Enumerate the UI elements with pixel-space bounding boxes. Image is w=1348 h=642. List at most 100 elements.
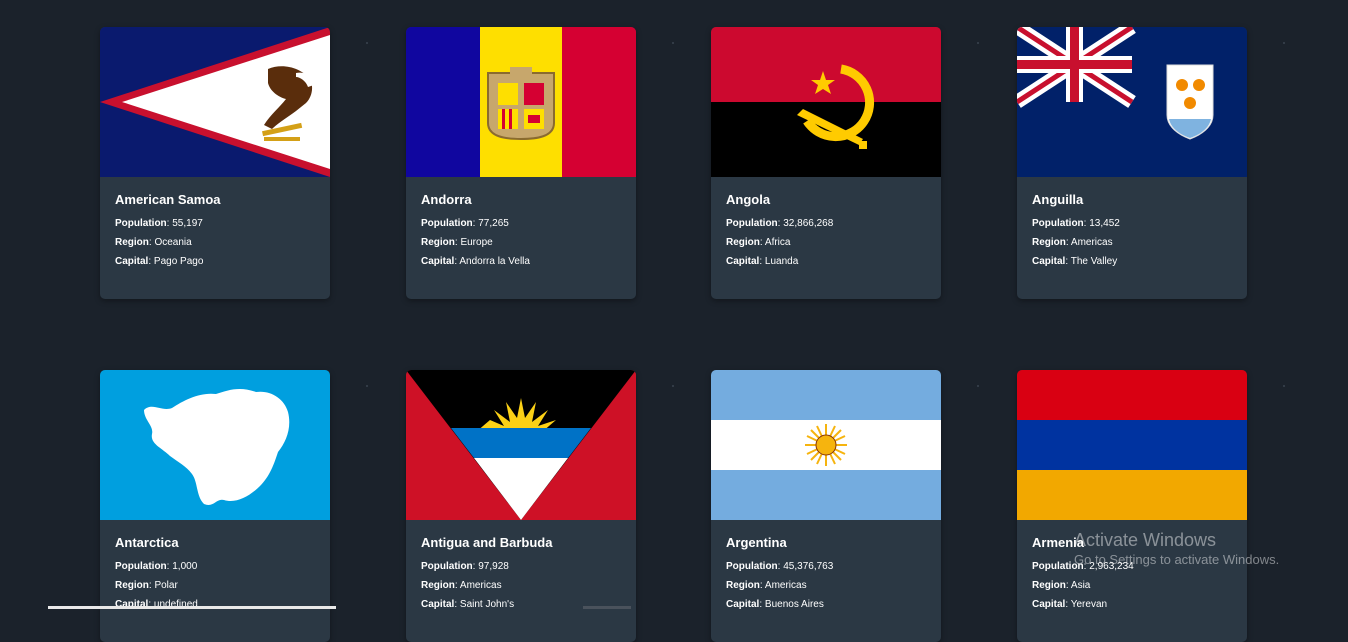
capital-label: Capital [726,599,760,610]
region-value: Asia [1070,580,1091,591]
country-card-american-samoa[interactable]: American Samoa Population: 55,197 Region… [100,27,330,299]
region-row: Region: Polar [115,576,320,595]
capital-value: Yerevan [1070,599,1108,610]
population-label: Population [726,561,778,572]
population-row: Population: 97,928 [421,557,626,576]
population-value: 97,928 [478,561,509,572]
capital-value: Andorra la Vella [459,256,530,267]
country-name: Antigua and Barbuda [421,535,553,550]
region-label: Region [1032,237,1066,248]
population-label: Population [1032,218,1084,229]
population-label: Population [421,218,473,229]
american-samoa-flag-icon [100,27,330,177]
capital-row: Capital: Buenos Aires [726,595,931,614]
region-label: Region [421,580,455,591]
region-row: Region: Europe [421,233,626,252]
country-name: Armenia [1032,535,1085,550]
population-value: 13,452 [1089,218,1120,229]
divider-dot [672,42,674,44]
andorra-flag-icon [406,27,636,177]
population-row: Population: 1,000 [115,557,320,576]
region-value: Americas [1070,237,1113,248]
region-label: Region [115,580,149,591]
region-value: Africa [764,237,791,248]
region-value: Oceania [154,237,192,248]
region-label: Region [1032,580,1066,591]
population-row: Population: 45,376,763 [726,557,931,576]
divider-dot [977,42,979,44]
population-label: Population [1032,561,1084,572]
capital-value: Pago Pago [153,256,204,267]
anguilla-flag-icon [1017,27,1247,177]
region-label: Region [726,580,760,591]
region-row: Region: Americas [1032,233,1237,252]
country-name: Angola [726,192,771,207]
capital-label: Capital [726,256,760,267]
region-value: Europe [460,237,493,248]
population-value: 77,265 [478,218,509,229]
population-row: Population: 77,265 [421,214,626,233]
capital-row: Capital: The Valley [1032,252,1237,271]
population-value: 45,376,763 [783,561,834,572]
population-row: Population: 13,452 [1032,214,1237,233]
capital-row: Capital: Pago Pago [115,252,320,271]
capital-row: Capital: Saint John's [421,595,626,614]
capital-value: Luanda [764,256,799,267]
antigua-and-barbuda-flag-icon [406,370,636,520]
country-name: Anguilla [1032,192,1084,207]
region-label: Region [115,237,149,248]
divider-dot [1283,42,1285,44]
angola-flag-icon [711,27,941,177]
country-name: Andorra [421,192,472,207]
population-value: 32,866,268 [783,218,834,229]
region-row: Region: Africa [726,233,931,252]
population-label: Population [421,561,473,572]
region-value: Polar [154,580,178,591]
country-card-antarctica[interactable]: Antarctica Population: 1,000 Region: Pol… [100,370,330,642]
capital-label: Capital [421,599,455,610]
divider-dot [366,42,368,44]
population-label: Population [115,561,167,572]
capital-row: Capital: undefined [115,595,320,614]
population-label: Population [726,218,778,229]
region-row: Region: Oceania [115,233,320,252]
armenia-flag-icon [1017,370,1247,520]
country-card-anguilla[interactable]: Anguilla Population: 13,452 Region: Amer… [1017,27,1247,299]
country-name: Antarctica [115,535,179,550]
country-name: Argentina [726,535,787,550]
antarctica-flag-icon [100,370,330,520]
region-row: Region: Americas [421,576,626,595]
countries-grid: American Samoa Population: 55,197 Region… [0,0,1348,642]
region-label: Region [421,237,455,248]
country-name: American Samoa [115,192,221,207]
region-row: Region: Asia [1032,576,1237,595]
country-card-antigua-and-barbuda[interactable]: Antigua and Barbuda Population: 97,928 R… [406,370,636,642]
divider-dot [1283,385,1285,387]
argentina-flag-icon [711,370,941,520]
population-value: 55,197 [172,218,203,229]
capital-row: Capital: Andorra la Vella [421,252,626,271]
population-value: 2,963,234 [1089,561,1134,572]
divider-dot [977,385,979,387]
capital-label: Capital [1032,599,1066,610]
capital-label: Capital [115,256,149,267]
capital-value: Saint John's [459,599,515,610]
country-card-argentina[interactable]: Argentina Population: 45,376,763 Region:… [711,370,941,642]
capital-row: Capital: Luanda [726,252,931,271]
divider-dot [366,385,368,387]
population-value: 1,000 [172,561,198,572]
divider-dot [672,385,674,387]
capital-label: Capital [421,256,455,267]
population-row: Population: 55,197 [115,214,320,233]
country-card-angola[interactable]: Angola Population: 32,866,268 Region: Af… [711,27,941,299]
region-value: Americas [459,580,502,591]
region-value: Americas [764,580,807,591]
capital-value: The Valley [1070,256,1118,267]
population-row: Population: 32,866,268 [726,214,931,233]
population-row: Population: 2,963,234 [1032,557,1237,576]
capital-label: Capital [1032,256,1066,267]
country-card-andorra[interactable]: Andorra Population: 77,265 Region: Europ… [406,27,636,299]
capital-row: Capital: Yerevan [1032,595,1237,614]
country-card-armenia[interactable]: Armenia Population: 2,963,234 Region: As… [1017,370,1247,642]
capital-value: Buenos Aires [764,599,824,610]
